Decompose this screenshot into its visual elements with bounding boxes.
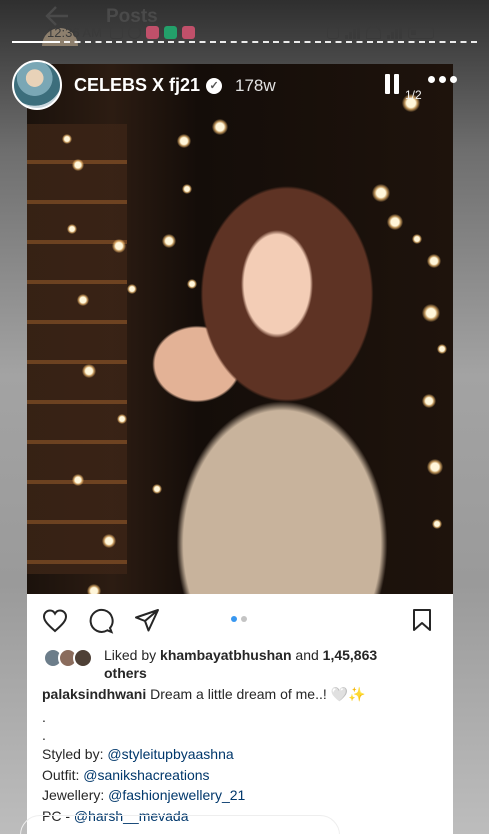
signal-icon: [345, 26, 360, 39]
story-avatar[interactable]: [12, 60, 62, 110]
liked-others[interactable]: others: [104, 665, 147, 681]
liked-count[interactable]: 1,45,863: [323, 647, 378, 663]
bokeh-light: [152, 484, 162, 494]
hd-icon: [327, 26, 339, 39]
credit-handle[interactable]: @fashionjewellery_21: [108, 787, 245, 803]
credit-label: Outfit:: [42, 767, 80, 783]
liked-by-prefix: Liked by: [104, 647, 157, 663]
liked-by-user[interactable]: khambayatbhushan: [160, 647, 291, 663]
credit-label: Jewellery:: [42, 787, 105, 803]
carousel-dot-active: [231, 616, 237, 622]
credit-styled-by: Styled by: @styleitupbyaashna: [42, 746, 234, 762]
pause-icon[interactable]: [385, 74, 401, 94]
bokeh-light: [422, 304, 440, 322]
bokeh-light: [427, 254, 441, 268]
app-notification-icon: [164, 26, 177, 39]
bokeh-light: [212, 119, 228, 135]
credit-handle[interactable]: @sanikshacreations: [83, 767, 209, 783]
carousel-dot: [241, 616, 247, 622]
bokeh-light: [387, 214, 403, 230]
carousel-indicator: [231, 616, 247, 622]
story-progress-segment: [12, 41, 61, 43]
story-progress-segment: [324, 41, 373, 43]
avatar: [73, 648, 93, 668]
credit-jewellery: Jewellery: @fashionjewellery_21: [42, 787, 245, 803]
liked-by-avatars[interactable]: [43, 648, 97, 668]
story-age: 178w: [235, 76, 276, 95]
bokeh-light: [72, 474, 84, 486]
bokeh-light: [187, 279, 197, 289]
string-lights-pillar: [27, 124, 127, 574]
bokeh-light: [437, 344, 447, 354]
bokeh-light: [117, 414, 127, 424]
credit-outfit: Outfit: @sanikshacreations: [42, 767, 210, 783]
likes-summary[interactable]: Liked by khambayatbhushan and 1,45,863 o…: [104, 646, 424, 682]
post-actions: [42, 608, 160, 634]
story-progress-bar: [12, 41, 477, 44]
bokeh-light: [112, 239, 126, 253]
status-bar: 12:36 AM: [0, 23, 489, 43]
bokeh-light: [412, 234, 422, 244]
story-progress-segment: [64, 41, 113, 43]
caption-username[interactable]: palaksindhwani: [42, 686, 146, 702]
bokeh-light: [102, 534, 116, 548]
bokeh-light: [432, 519, 442, 529]
story-progress-segment: [220, 41, 269, 43]
bokeh-light: [82, 364, 96, 378]
heart-icon[interactable]: [42, 608, 68, 634]
story-progress-segment: [116, 41, 165, 43]
bokeh-light: [422, 394, 436, 408]
story-reply-input[interactable]: [20, 815, 340, 834]
bokeh-light: [372, 184, 390, 202]
bokeh-light: [127, 284, 137, 294]
story-progress-segment: [376, 41, 425, 43]
story-username-row[interactable]: CELEBS X fj21 ✓: [74, 75, 223, 96]
story-username[interactable]: CELEBS X fj21: [74, 75, 200, 96]
credit-label: Styled by:: [42, 746, 104, 762]
verified-badge-icon: ✓: [206, 77, 223, 94]
bokeh-light: [62, 134, 72, 144]
system-icons: [327, 26, 434, 39]
bokeh-light: [77, 294, 89, 306]
liked-and: and: [295, 647, 319, 663]
share-icon[interactable]: [134, 608, 160, 634]
instagram-notification-icon: [146, 26, 159, 39]
caption: palaksindhwani Dream a little dream of m…: [42, 686, 366, 703]
story-progress-segment: [428, 41, 477, 43]
bokeh-light: [427, 459, 443, 475]
notification-icons: [110, 26, 195, 39]
wifi-icon: [366, 26, 381, 39]
bookmark-icon[interactable]: [411, 608, 433, 632]
bokeh-light: [182, 184, 192, 194]
bokeh-light: [67, 224, 77, 234]
comment-icon[interactable]: [88, 608, 114, 634]
caption-dot: .: [42, 709, 46, 725]
battery-icon: [408, 26, 434, 39]
mute-icon: [110, 26, 123, 39]
post-details: Liked by khambayatbhushan and 1,45,863 o…: [27, 594, 453, 834]
instagram-notification-icon-2: [182, 26, 195, 39]
caption-dot: .: [42, 727, 46, 743]
story-progress-segment: [272, 41, 321, 43]
caption-text: Dream a little dream of me..! 🤍✨: [150, 686, 366, 702]
bokeh-light: [177, 134, 191, 148]
bokeh-light: [72, 159, 84, 171]
alarm-icon: [128, 26, 141, 39]
credit-handle[interactable]: @styleitupbyaashna: [107, 746, 233, 762]
bokeh-light: [162, 234, 176, 248]
bokeh-light: [87, 584, 101, 594]
story-page-indicator: 1/2: [405, 88, 422, 102]
post-image[interactable]: [27, 64, 453, 594]
more-options-icon[interactable]: [428, 76, 457, 83]
signal-icon-2: [387, 26, 402, 39]
status-time: 12:36 AM: [47, 25, 102, 40]
story-progress-segment: [168, 41, 217, 43]
